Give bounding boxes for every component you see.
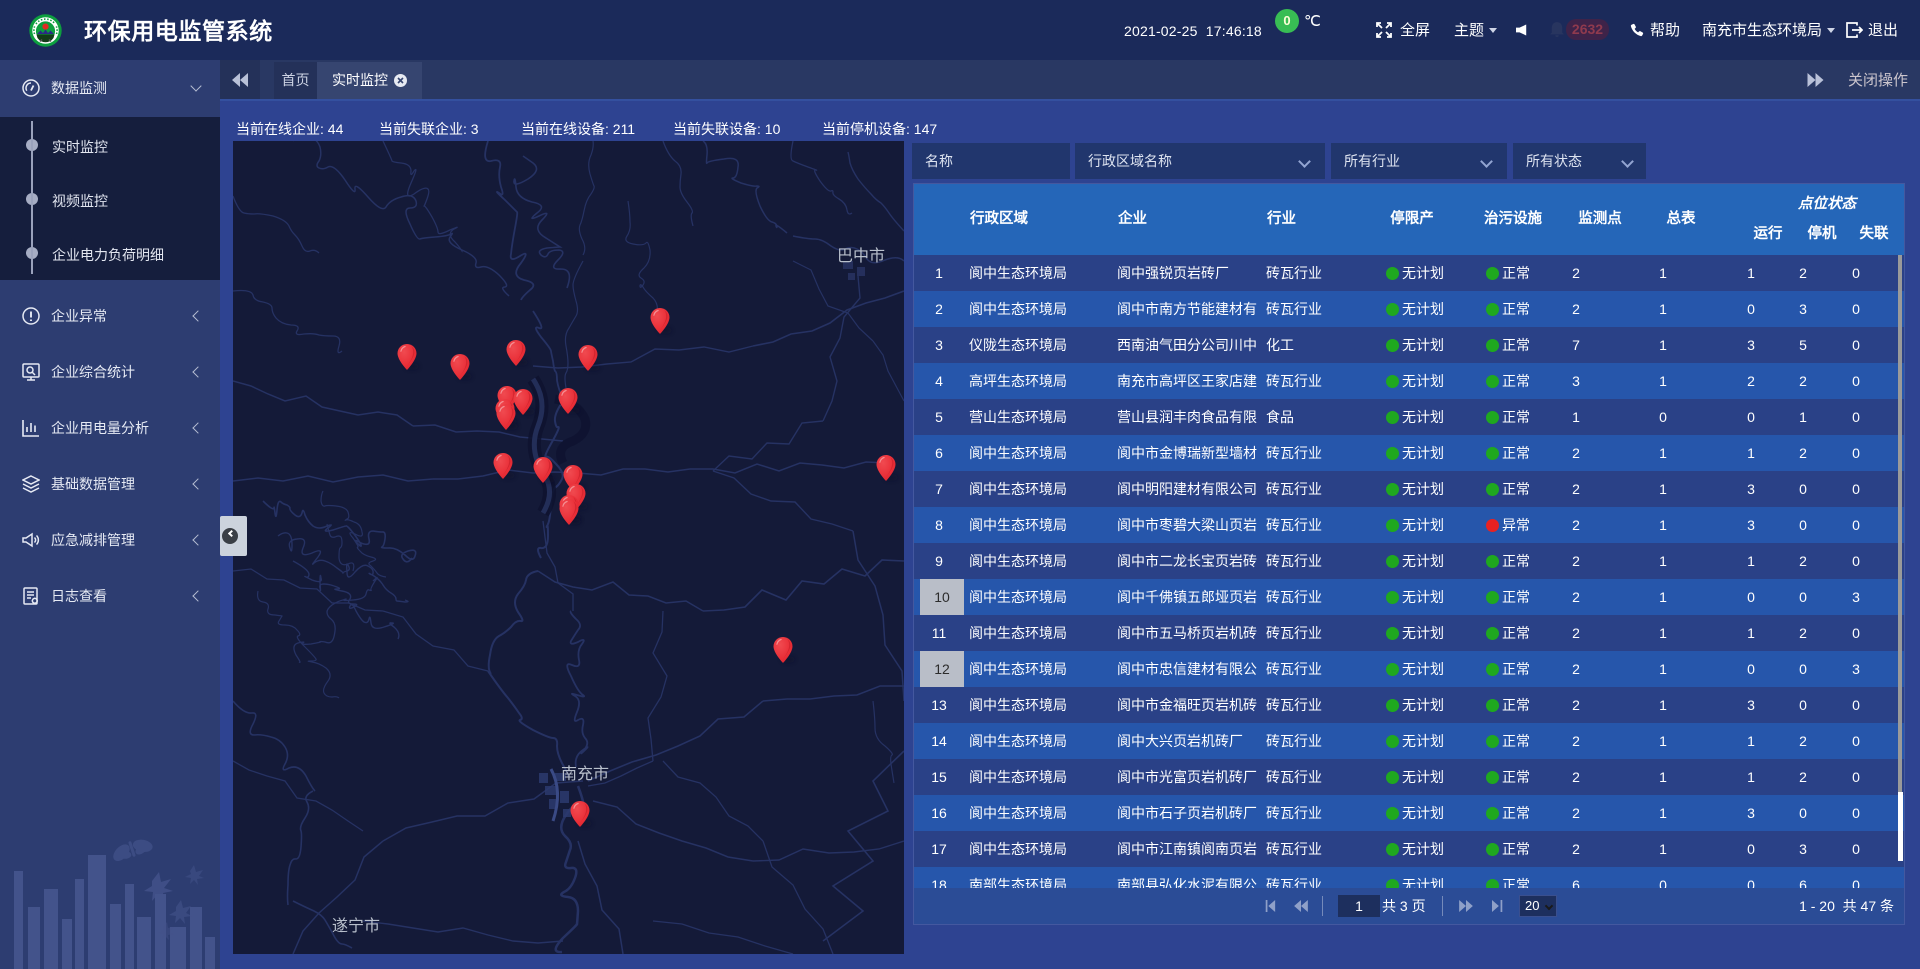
svg-text:遂宁市: 遂宁市 [332, 917, 380, 935]
svg-text:巴中市: 巴中市 [837, 247, 885, 265]
svg-text:南充市: 南充市 [561, 765, 609, 783]
